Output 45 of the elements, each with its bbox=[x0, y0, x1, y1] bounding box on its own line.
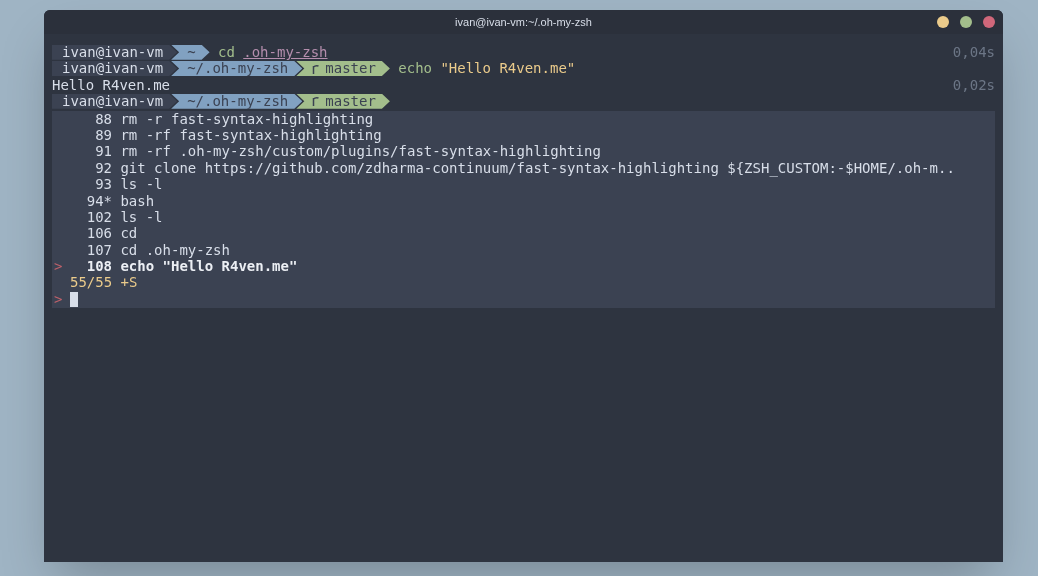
history-number: 93 bbox=[94, 176, 112, 193]
window-title: ivan@ivan-vm:~/.oh-my-zsh bbox=[455, 14, 592, 30]
prompt-user-segment: ivan@ivan-vm bbox=[52, 93, 178, 109]
text-cursor bbox=[70, 291, 78, 307]
history-number: 92 bbox=[94, 159, 112, 177]
history-command[interactable]: cd .oh-my-zsh bbox=[120, 241, 230, 259]
prompt-path-segment: ~/.oh-my-zsh bbox=[171, 61, 303, 77]
history-command[interactable]: rm -r fast-syntax-highlighting bbox=[120, 110, 374, 127]
branch-icon bbox=[312, 96, 320, 107]
command-text: "Hello R4ven.me" bbox=[440, 60, 576, 77]
branch-icon bbox=[312, 63, 320, 74]
minimize-button[interactable] bbox=[937, 16, 949, 28]
command-text: .oh-my-zsh bbox=[243, 44, 328, 61]
history-count: 55/55 +S bbox=[69, 274, 139, 291]
prompt-user-segment: ivan@ivan-vm bbox=[52, 61, 178, 77]
selection-pointer: > bbox=[53, 258, 64, 275]
command-text: cd bbox=[218, 44, 235, 61]
maximize-button[interactable] bbox=[960, 16, 972, 28]
history-command[interactable]: bash bbox=[120, 192, 155, 209]
history-command[interactable]: ls -l bbox=[120, 176, 163, 193]
history-command[interactable]: rm -rf fast-syntax-highlighting bbox=[120, 126, 382, 144]
history-command[interactable]: rm -rf .oh-my-zsh/custom/plugins/fast-syntax-highlighting bbox=[120, 143, 601, 160]
history-command[interactable]: git clone https://github.com/zdharma-continuum/fast-syntax-highlighting ${ZSH_CUSTOM:-$HOME/.oh-m.. bbox=[120, 159, 955, 177]
prompt-git-segment: master bbox=[296, 93, 390, 109]
duration-text: 0,02s bbox=[952, 76, 995, 94]
prompt-git-segment: master bbox=[296, 61, 390, 77]
history-command[interactable]: cd bbox=[120, 225, 138, 242]
history-number: 108 bbox=[85, 258, 112, 275]
prompt-user-segment: ivan@ivan-vm bbox=[52, 44, 178, 60]
history-number: 107 bbox=[85, 241, 112, 259]
duration-text: 0,04s bbox=[952, 44, 995, 61]
input-prompt: > bbox=[53, 290, 64, 308]
history-command[interactable]: ls -l bbox=[120, 208, 163, 226]
command-text: echo bbox=[398, 60, 432, 77]
prompt-path-segment: ~ bbox=[171, 44, 210, 60]
history-number: 88 bbox=[94, 110, 112, 127]
history-number: 89 bbox=[94, 126, 112, 144]
history-number: 94* bbox=[85, 192, 112, 209]
history-number: 106 bbox=[85, 225, 112, 242]
prompt-path-segment: ~/.oh-my-zsh bbox=[171, 93, 303, 109]
history-command[interactable]: echo "Hello R4ven.me" bbox=[120, 258, 298, 275]
close-button[interactable] bbox=[983, 16, 995, 28]
history-number: 91 bbox=[94, 143, 112, 160]
output-text: Hello R4ven.me bbox=[52, 76, 170, 94]
history-number: 102 bbox=[85, 208, 112, 226]
